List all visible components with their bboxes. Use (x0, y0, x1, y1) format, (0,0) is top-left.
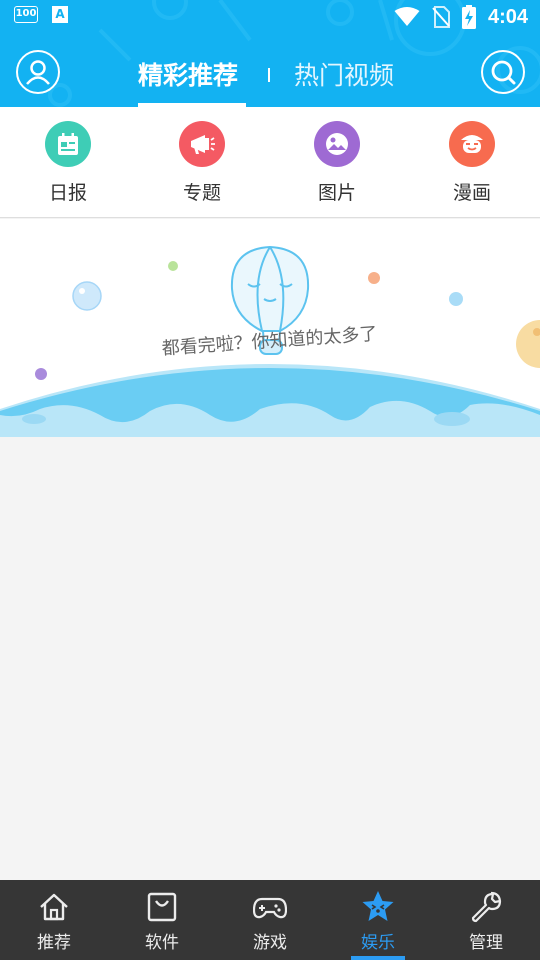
search-button[interactable] (481, 50, 525, 94)
battery-charging-icon (461, 5, 476, 29)
status-time: 4:04 (487, 5, 528, 28)
gamepad-icon (253, 897, 287, 919)
comic-face-icon (449, 121, 495, 167)
tab-featured[interactable]: 精彩推荐 (138, 56, 238, 92)
megaphone-icon (179, 121, 225, 167)
nav-manage[interactable]: 管理 (432, 880, 540, 960)
empty-state-illustration: 都看完啦？你知道的太多了 (0, 219, 540, 437)
category-label: 专题 (182, 182, 221, 204)
app-header: 100 A 4:04 精彩推荐 热门视频 (0, 0, 540, 107)
wrench-icon (471, 891, 502, 923)
category-pictures[interactable]: 图片 (287, 121, 387, 211)
battery-saver-badge: 100 (14, 6, 38, 23)
category-label: 漫画 (452, 182, 491, 204)
nav-label: 娱乐 (361, 933, 395, 953)
nav-label: 推荐 (37, 933, 71, 953)
category-label: 图片 (317, 182, 356, 204)
category-comics[interactable]: 漫画 (422, 121, 522, 211)
category-label: 日报 (48, 182, 87, 204)
category-bar: 日报 专题 图片 漫画 (0, 107, 540, 218)
nav-software[interactable]: 软件 (108, 880, 216, 960)
a-notification-icon: A (52, 6, 68, 23)
no-sim-icon (432, 6, 450, 28)
category-daily[interactable]: 日报 (18, 121, 118, 211)
tab-separator (268, 68, 270, 82)
star-face-icon (362, 891, 394, 921)
category-topics[interactable]: 专题 (152, 121, 252, 211)
search-icon (491, 60, 516, 85)
nav-games[interactable]: 游戏 (216, 880, 324, 960)
wifi-icon (394, 7, 420, 26)
top-nav-bar: 精彩推荐 热门视频 (0, 36, 540, 107)
header-tabs: 精彩推荐 热门视频 (0, 36, 540, 107)
nav-label: 游戏 (253, 933, 287, 953)
tab-hot-videos[interactable]: 热门视频 (294, 56, 394, 92)
home-icon (40, 893, 68, 921)
nav-label: 管理 (469, 933, 503, 953)
status-bar: 100 A 4:04 (0, 0, 540, 36)
nav-recommend[interactable]: 推荐 (0, 880, 108, 960)
image-icon (314, 121, 360, 167)
nav-entertainment[interactable]: 娱乐 (324, 880, 432, 960)
bag-icon (147, 892, 177, 922)
balloon-planet-illustration: 都看完啦？你知道的太多了 (0, 245, 540, 437)
nav-label: 软件 (145, 933, 179, 953)
calendar-icon (45, 121, 91, 167)
active-nav-indicator (351, 956, 405, 960)
bottom-navigation: 推荐 软件 游戏 娱乐 管理 (0, 880, 540, 960)
